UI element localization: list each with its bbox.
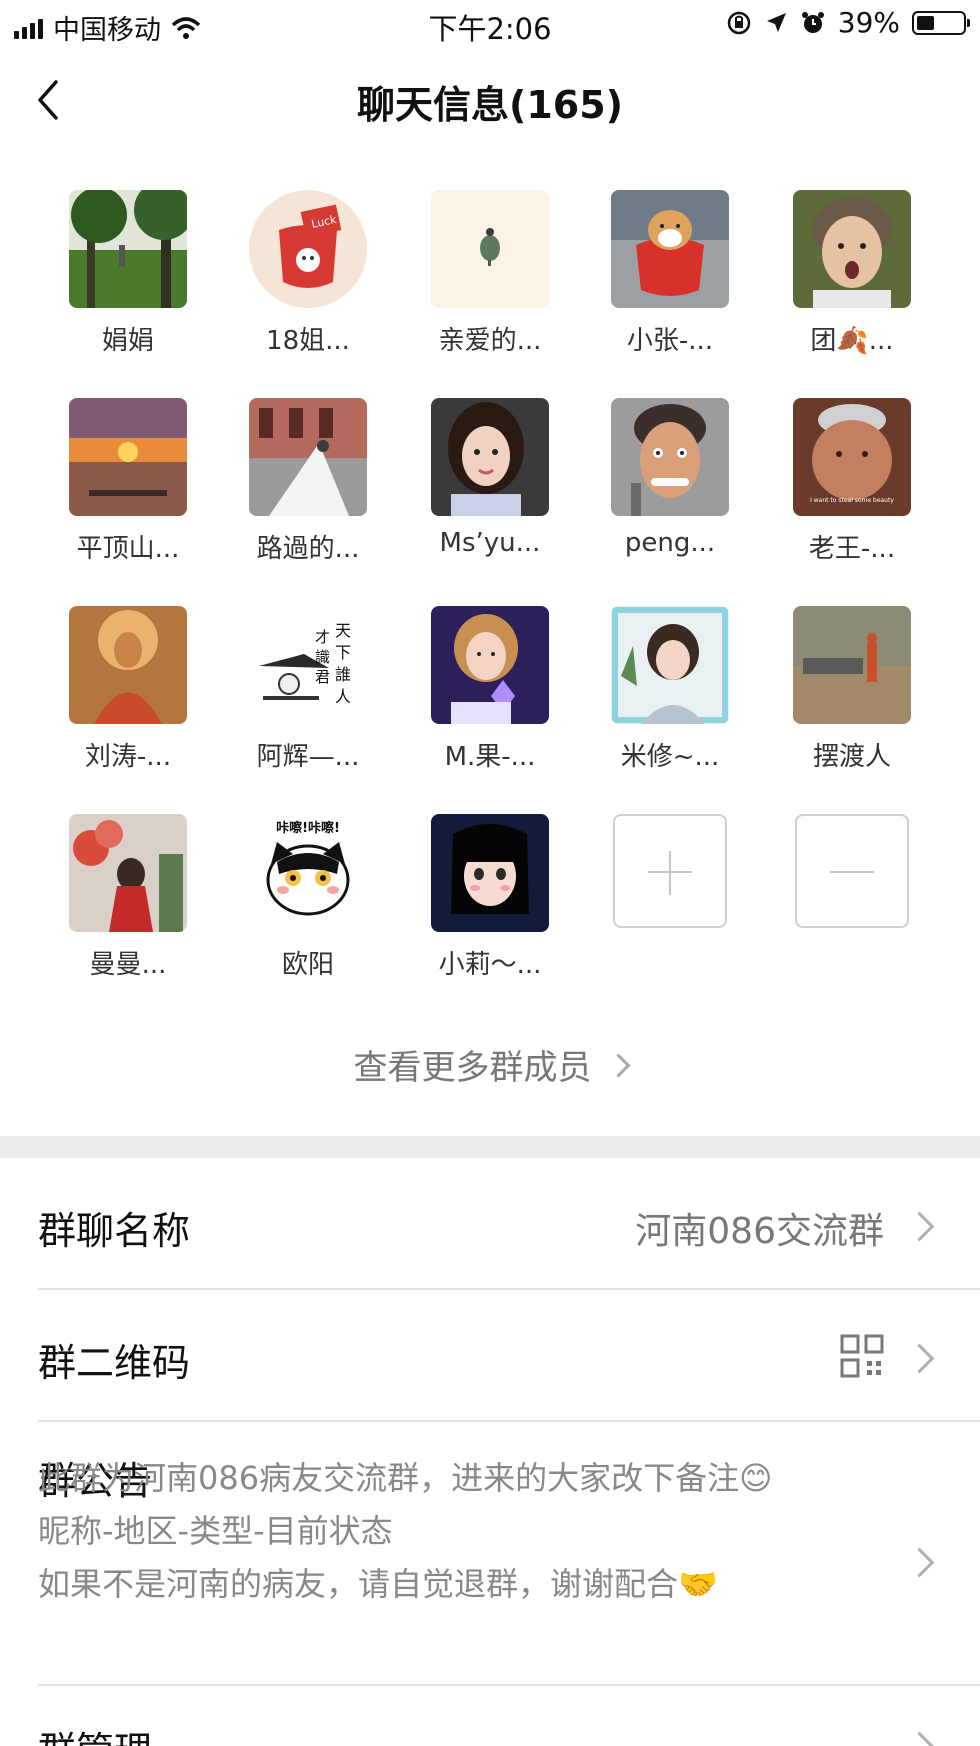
group-qr-row[interactable]: 群二维码 xyxy=(38,1290,980,1420)
member-item[interactable]: 摆渡人 xyxy=(772,606,932,773)
svg-text:誰: 誰 xyxy=(335,665,351,684)
member-name: 欧阳 xyxy=(281,950,334,980)
chevron-right-icon xyxy=(904,1731,935,1746)
member-item[interactable]: 娟娟 xyxy=(48,190,208,357)
nav-bar: 聊天信息(165) xyxy=(0,60,980,140)
member-name: 路過的... xyxy=(256,534,360,564)
member-avatar[interactable] xyxy=(611,606,729,724)
group-qr-label: 群二维码 xyxy=(38,1341,191,1385)
member-name: 阿辉—... xyxy=(256,742,360,772)
svg-text:君: 君 xyxy=(315,668,330,686)
member-avatar[interactable] xyxy=(793,606,911,724)
member-avatar[interactable]: 天 下 誰 人 才 識 君 xyxy=(249,606,367,724)
member-name: 刘涛-... xyxy=(84,742,172,772)
rotation-lock-icon xyxy=(727,11,751,34)
member-item[interactable]: 路過的... xyxy=(228,398,388,565)
member-name: 娟娟 xyxy=(101,326,154,356)
battery-percent: 39% xyxy=(837,6,900,39)
chevron-right-icon xyxy=(904,1211,935,1242)
member-avatar[interactable]: I want to steal some beauty xyxy=(793,398,911,516)
member-item[interactable]: 小莉～... xyxy=(410,814,570,981)
svg-text:才: 才 xyxy=(315,628,330,646)
member-avatar[interactable] xyxy=(431,606,549,724)
alarm-icon xyxy=(801,11,824,33)
member-name: 小张-... xyxy=(626,326,714,356)
battery-icon xyxy=(912,10,970,35)
svg-text:下: 下 xyxy=(335,643,351,662)
qr-code-icon xyxy=(840,1334,884,1378)
member-avatar[interactable] xyxy=(69,190,187,308)
page-title: 聊天信息(165) xyxy=(356,83,624,127)
member-avatar[interactable] xyxy=(69,814,187,932)
member-item[interactable]: 咔嚓!咔嚓! 欧阳 xyxy=(228,814,388,981)
member-item[interactable]: I want to steal some beauty 老王-... xyxy=(772,398,932,565)
member-item[interactable]: 亲爱的... xyxy=(410,190,570,357)
svg-text:識: 識 xyxy=(315,648,330,666)
member-item[interactable]: Ms’yu... xyxy=(410,398,570,558)
member-name: 老王-... xyxy=(808,534,896,564)
member-item[interactable]: 平顶山... xyxy=(48,398,208,565)
group-name-label: 群聊名称 xyxy=(38,1209,191,1253)
member-name: 米修~... xyxy=(620,742,720,772)
svg-text:I want to steal some beauty: I want to steal some beauty xyxy=(810,497,894,504)
member-item[interactable]: 天 下 誰 人 才 識 君 阿辉—... xyxy=(228,606,388,773)
notice-line: 此群为河南086病友交流群，进来的大家改下备注😊 xyxy=(38,1459,773,1497)
notice-line: 昵称-地区-类型-目前状态 xyxy=(38,1512,393,1550)
group-notice-content: 此群为河南086病友交流群，进来的大家改下备注😊 昵称-地区-类型-目前状态 如… xyxy=(38,1452,772,1611)
chevron-right-icon xyxy=(904,1547,935,1578)
plus-icon[interactable] xyxy=(613,814,727,928)
member-item[interactable]: Luck 18姐... xyxy=(228,190,388,357)
chevron-right-icon xyxy=(605,1053,631,1078)
add-member-button[interactable] xyxy=(590,814,750,928)
notice-line: 如果不是河南的病友，请自觉退群，谢谢配合🤝 xyxy=(38,1565,718,1603)
location-icon xyxy=(766,12,786,32)
member-avatar[interactable] xyxy=(431,814,549,932)
remove-member-button[interactable] xyxy=(772,814,932,928)
member-name: 摆渡人 xyxy=(812,742,891,772)
member-item[interactable]: 团🍂... xyxy=(772,190,932,357)
member-name: 18姐... xyxy=(266,326,350,356)
member-name: peng... xyxy=(624,528,716,558)
member-avatar[interactable] xyxy=(611,398,729,516)
member-avatar[interactable] xyxy=(431,190,549,308)
member-avatar[interactable] xyxy=(611,190,729,308)
member-avatar[interactable] xyxy=(431,398,549,516)
member-item[interactable]: 米修~... xyxy=(590,606,750,773)
chevron-right-icon xyxy=(904,1343,935,1374)
member-item[interactable]: 曼曼... xyxy=(48,814,208,981)
member-name: 小莉～... xyxy=(438,950,542,980)
member-item[interactable]: 小张-... xyxy=(590,190,750,357)
minus-icon[interactable] xyxy=(795,814,909,928)
view-more-label: 查看更多群成员 xyxy=(353,1048,592,1088)
member-avatar[interactable]: Luck xyxy=(249,190,367,308)
svg-text:咔嚓!咔嚓!: 咔嚓!咔嚓! xyxy=(276,820,340,836)
view-more-members[interactable]: 查看更多群成员 xyxy=(0,1040,980,1089)
member-item[interactable]: peng... xyxy=(590,398,750,558)
member-item[interactable]: 刘涛-... xyxy=(48,606,208,773)
member-name: 平顶山... xyxy=(76,534,180,564)
member-name: 亲爱的... xyxy=(438,326,542,356)
member-avatar[interactable]: 咔嚓!咔嚓! xyxy=(249,814,367,932)
group-manage-row[interactable]: 群管理 xyxy=(38,1686,980,1746)
member-name: 曼曼... xyxy=(89,950,167,980)
status-bar: 中国移动 下午2:06 39% xyxy=(0,0,980,50)
group-name-value: 河南086交流群 xyxy=(635,1211,884,1252)
member-avatar[interactable] xyxy=(793,190,911,308)
group-manage-label: 群管理 xyxy=(38,1720,152,1746)
member-name: 团🍂... xyxy=(810,326,894,356)
member-avatar[interactable] xyxy=(69,398,187,516)
calligraphy-text: 天 xyxy=(335,621,351,640)
member-avatar[interactable] xyxy=(249,398,367,516)
group-name-row[interactable]: 群聊名称 河南086交流群 xyxy=(38,1158,980,1288)
member-name: Ms’yu... xyxy=(439,528,541,558)
section-divider xyxy=(0,1136,980,1158)
member-item[interactable]: M.果-... xyxy=(410,606,570,773)
member-name: M.果-... xyxy=(444,742,536,772)
member-avatar[interactable] xyxy=(69,606,187,724)
svg-text:人: 人 xyxy=(335,687,351,706)
